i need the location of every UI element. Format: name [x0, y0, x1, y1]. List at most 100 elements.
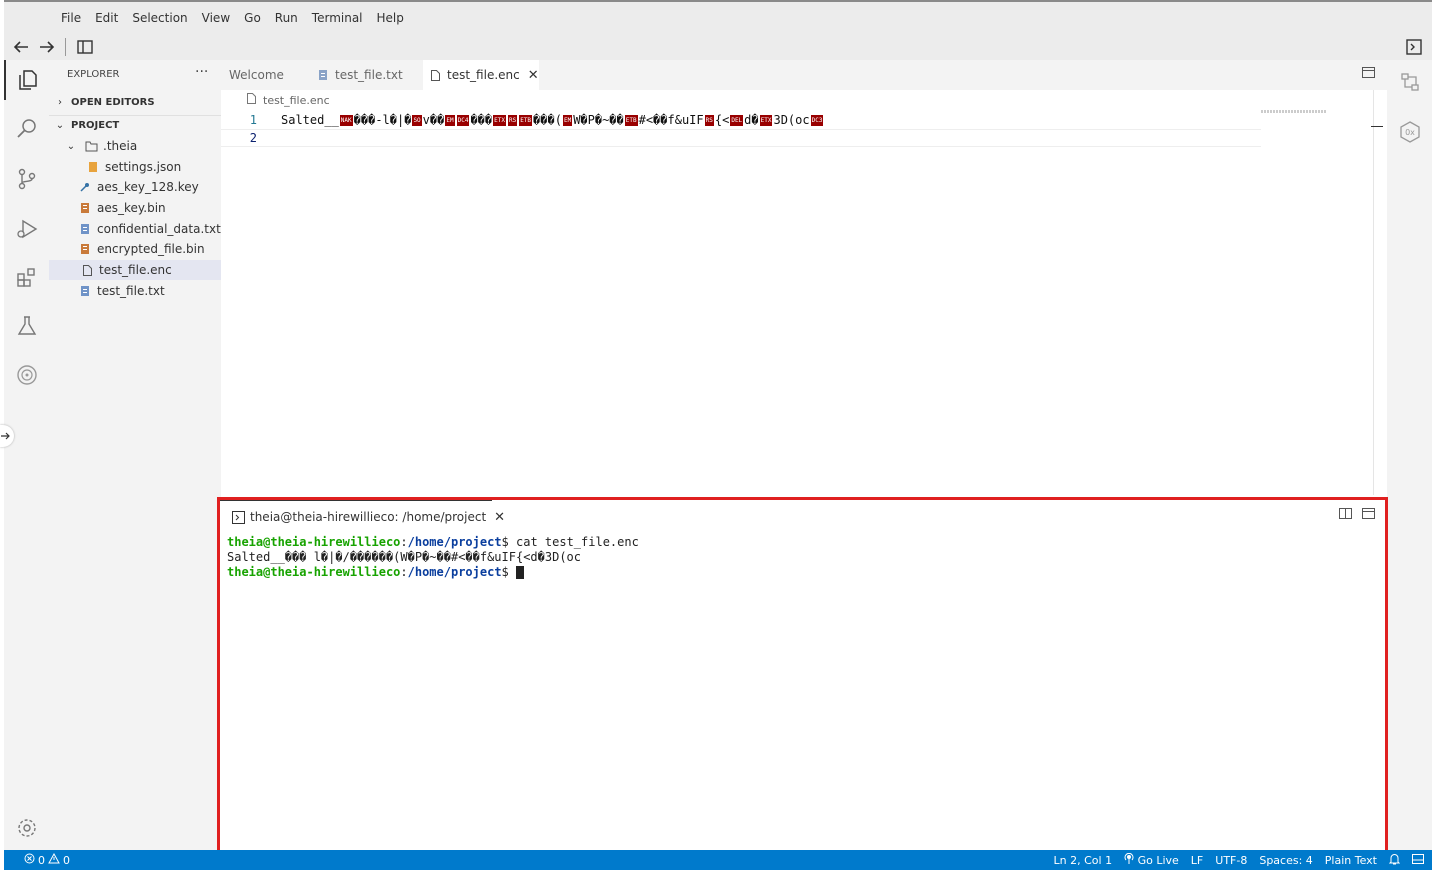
code-token: ���: [470, 113, 493, 127]
status-right: Ln 2, Col 1 Go Live LF UTF-8 Spaces: 4 P…: [1042, 852, 1424, 868]
menu-bar: File Edit Selection View Go Run Terminal…: [4, 0, 1432, 34]
extensions-icon[interactable]: [4, 257, 49, 297]
code-token: ���(: [533, 113, 562, 127]
tree-item-settings-json[interactable]: settings.json: [49, 157, 221, 177]
split-terminal-icon[interactable]: [1339, 508, 1352, 519]
code-token: #<��f&uIF: [638, 113, 704, 127]
menu-go[interactable]: Go: [237, 11, 268, 25]
go-live-button[interactable]: Go Live: [1124, 852, 1179, 867]
code-token: ���-l�|�: [353, 113, 412, 127]
prompt-separator: :: [400, 535, 408, 549]
terminal-line-prompt: theia@theia-hirewillieco:/home/project$: [227, 565, 639, 580]
tree-item-label: confidential_data.txt: [97, 222, 221, 236]
end-of-line[interactable]: LF: [1191, 854, 1203, 867]
menu-help[interactable]: Help: [370, 11, 411, 25]
menu-file[interactable]: File: [54, 11, 88, 25]
tree-item-confidential-data[interactable]: confidential_data.txt: [49, 219, 221, 239]
terminal-tab-label: theia@theia-hirewillieco: /home/project: [250, 510, 487, 524]
tree-item-test-file-txt[interactable]: test_file.txt: [49, 281, 221, 301]
binary-file-icon: [77, 244, 93, 254]
broadcast-icon: [1124, 852, 1138, 867]
tree-item-theia-folder[interactable]: ⌄ .theia: [49, 136, 221, 156]
warning-count: 0: [63, 853, 70, 867]
chevron-right-icon: ›: [58, 97, 62, 108]
close-icon[interactable]: ✕: [528, 68, 539, 83]
search-icon[interactable]: [4, 109, 49, 149]
menu-view[interactable]: View: [195, 11, 237, 25]
json-file-icon: [85, 162, 101, 172]
terminal-cursor: [516, 566, 524, 579]
tree-item-encrypted-file-bin[interactable]: encrypted_file.bin: [49, 239, 221, 259]
project-label: PROJECT: [71, 120, 120, 131]
cursor-position[interactable]: Ln 2, Col 1: [1054, 854, 1113, 867]
more-actions-icon[interactable]: ···: [195, 64, 208, 80]
test-flask-icon[interactable]: [4, 306, 49, 346]
breadcrumb[interactable]: test_file.enc: [243, 93, 330, 107]
encoding[interactable]: UTF-8: [1215, 854, 1247, 867]
menu-edit[interactable]: Edit: [88, 11, 125, 25]
code-line-1[interactable]: 1 Salted__ NAK ���-l�|� SO v�� EM DC4 ��� ETX RS E…: [221, 111, 1261, 129]
scrollbar-cursor-marker: [1371, 126, 1383, 127]
tree-item-label: encrypted_file.bin: [97, 242, 205, 256]
problems-indicator[interactable]: 0 0: [24, 852, 70, 867]
svg-text:0x: 0x: [1405, 128, 1415, 137]
file-icon: [79, 264, 95, 276]
activity-bar: [4, 60, 49, 850]
explorer-icon[interactable]: [4, 60, 49, 100]
bell-icon[interactable]: [1388, 853, 1401, 868]
terminal-icon[interactable]: [1404, 37, 1424, 57]
language-mode[interactable]: Plain Text: [1325, 854, 1377, 867]
editor-scrollbar[interactable]: [1373, 90, 1374, 495]
arrow-right-icon[interactable]: [37, 37, 57, 57]
terminal-icon: [230, 510, 246, 524]
terminal-panel[interactable]: theia@theia-hirewillieco: /home/project …: [217, 497, 1388, 853]
tab-test-file-txt[interactable]: test_file.txt: [305, 60, 423, 90]
terminal-tab-indicator: [220, 500, 492, 501]
code-editor[interactable]: test_file.enc 1 Salted__ NAK ���-l�|� SO v��…: [221, 90, 1387, 495]
status-bar: 0 0 Ln 2, Col 1 Go Live LF UTF-8 Spaces:…: [4, 850, 1432, 870]
tree-item-aes-key-128[interactable]: aes_key_128.key: [49, 177, 221, 197]
line-number: 2: [249, 131, 257, 145]
settings-gear-icon[interactable]: [4, 808, 49, 848]
minimap[interactable]: [1261, 110, 1326, 113]
code-token: W�P�~��: [573, 113, 624, 127]
menu-run[interactable]: Run: [268, 11, 305, 25]
terminal-tab[interactable]: theia@theia-hirewillieco: /home/project …: [230, 506, 505, 528]
memory-inspector-icon[interactable]: 0x: [1387, 112, 1432, 152]
tree-item-test-file-enc[interactable]: test_file.enc: [49, 260, 221, 280]
layout-icon[interactable]: [1412, 853, 1424, 867]
menu-terminal[interactable]: Terminal: [305, 11, 370, 25]
project-section[interactable]: ⌄ PROJECT: [49, 115, 221, 136]
toggle-panel-icon[interactable]: [75, 37, 95, 57]
tab-label: Welcome: [229, 68, 284, 82]
tree-item-aes-key-bin[interactable]: aes_key.bin: [49, 198, 221, 218]
terminal-output[interactable]: theia@theia-hirewillieco:/home/project$ …: [227, 535, 639, 580]
panel-expand-handle[interactable]: [0, 425, 14, 447]
folder-icon: [83, 141, 99, 152]
maximize-editor-icon[interactable]: [1362, 67, 1375, 78]
tab-welcome[interactable]: Welcome: [221, 60, 305, 90]
tab-test-file-enc[interactable]: test_file.enc ✕: [423, 60, 539, 90]
arrow-left-icon[interactable]: [11, 37, 31, 57]
control-char-glyph: NAK: [339, 115, 353, 126]
open-editors-label: OPEN EDITORS: [71, 97, 155, 108]
chevron-down-icon: ⌄: [55, 120, 65, 131]
remote-icon[interactable]: [4, 355, 49, 395]
open-editors-section[interactable]: › OPEN EDITORS: [49, 92, 221, 113]
close-icon[interactable]: ✕: [494, 510, 505, 525]
indentation[interactable]: Spaces: 4: [1259, 854, 1312, 867]
control-char-glyph: ETX: [759, 115, 773, 126]
maximize-panel-icon[interactable]: [1362, 508, 1375, 519]
tree-item-label: aes_key_128.key: [97, 180, 199, 194]
outline-icon[interactable]: [1387, 62, 1432, 102]
control-char-glyph: ETB: [624, 115, 638, 126]
chevron-down-icon: ⌄: [66, 140, 76, 152]
prompt-user: theia@theia-hirewillieco: [227, 565, 401, 579]
code-line-2[interactable]: 2: [221, 129, 1261, 147]
menu-selection[interactable]: Selection: [125, 11, 194, 25]
warning-icon: [48, 852, 60, 867]
prompt-symbol: $: [501, 535, 516, 549]
go-live-label: Go Live: [1137, 854, 1179, 867]
source-control-icon[interactable]: [4, 159, 49, 199]
run-debug-icon[interactable]: [4, 209, 49, 249]
